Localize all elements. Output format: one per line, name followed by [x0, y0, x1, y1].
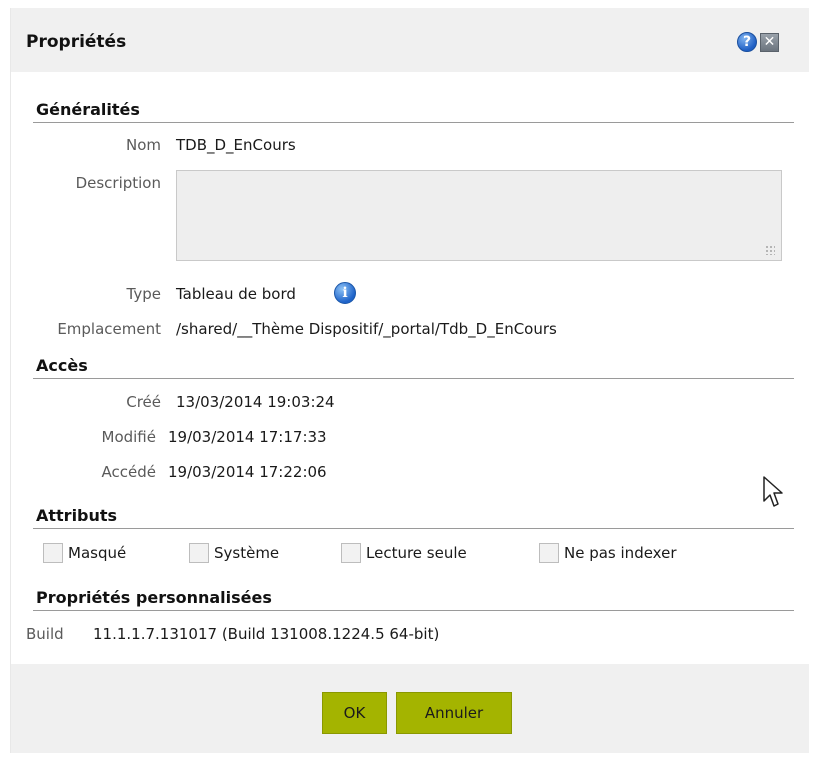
- system-checkbox[interactable]: [189, 543, 209, 563]
- close-icon[interactable]: ✕: [760, 33, 779, 52]
- do-not-index-checkbox[interactable]: [539, 543, 559, 563]
- section-divider: [33, 528, 794, 529]
- modified-value: 19/03/2014 17:17:33: [168, 428, 327, 446]
- name-label: Nom: [125, 136, 161, 154]
- section-title-general: Généralités: [36, 100, 140, 119]
- ok-button[interactable]: OK: [322, 692, 387, 734]
- section-divider: [33, 122, 794, 123]
- build-label: Build: [26, 625, 64, 643]
- created-label: Créé: [126, 393, 161, 411]
- section-title-access: Accès: [36, 356, 88, 375]
- name-value: TDB_D_EnCours: [176, 136, 296, 154]
- screen: Propriétés ? ✕ Généralités Nom TDB_D_EnC…: [0, 0, 815, 761]
- location-label: Emplacement: [57, 320, 161, 338]
- type-label: Type: [126, 285, 161, 303]
- dialog-titlebar: Propriétés ? ✕: [11, 8, 809, 72]
- section-title-attributes: Attributs: [36, 506, 118, 525]
- section-divider: [33, 378, 794, 379]
- mouse-cursor-icon: [763, 476, 783, 507]
- description-label: Description: [75, 174, 161, 192]
- build-value: 11.1.1.7.131017 (Build 131008.1224.5 64-…: [93, 625, 440, 643]
- info-icon[interactable]: i: [334, 282, 356, 304]
- section-title-custom-properties: Propriétés personnalisées: [36, 588, 272, 607]
- accessed-value: 19/03/2014 17:22:06: [168, 463, 327, 481]
- created-value: 13/03/2014 19:03:24: [176, 393, 335, 411]
- properties-dialog: Propriétés ? ✕ Généralités Nom TDB_D_EnC…: [10, 8, 809, 753]
- modified-label: Modifié: [101, 428, 157, 446]
- type-value: Tableau de bord: [176, 285, 296, 303]
- resize-grip-icon[interactable]: [765, 245, 775, 255]
- dialog-title: Propriétés: [26, 32, 127, 52]
- help-icon[interactable]: ?: [737, 32, 757, 52]
- section-divider: [33, 610, 794, 611]
- do-not-index-checkbox-label[interactable]: Ne pas indexer: [564, 544, 677, 562]
- system-checkbox-label[interactable]: Système: [214, 544, 279, 562]
- read-only-checkbox[interactable]: [341, 543, 361, 563]
- hidden-checkbox-label[interactable]: Masqué: [68, 544, 126, 562]
- accessed-label: Accédé: [101, 463, 156, 481]
- read-only-checkbox-label[interactable]: Lecture seule: [366, 544, 467, 562]
- cancel-button[interactable]: Annuler: [396, 692, 512, 734]
- hidden-checkbox[interactable]: [43, 543, 63, 563]
- description-field[interactable]: [176, 170, 782, 261]
- location-value: /shared/__Thème Dispositif/_portal/Tdb_D…: [176, 320, 557, 338]
